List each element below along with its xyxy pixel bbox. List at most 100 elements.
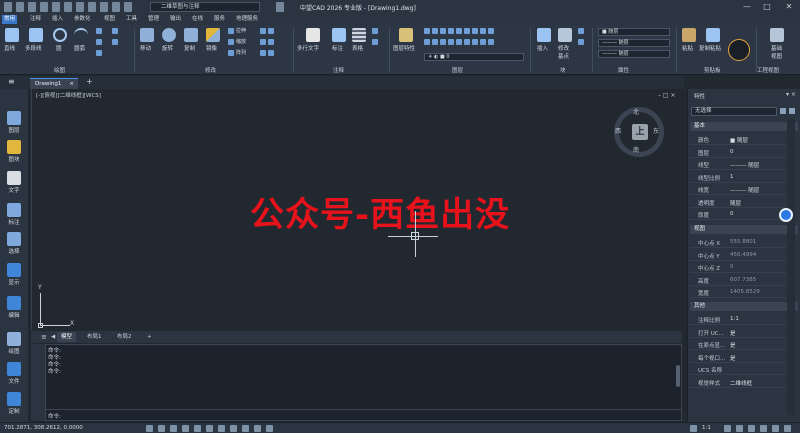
property-row[interactable]: UCS 名称 [690, 363, 786, 375]
modify-more-2[interactable] [260, 39, 276, 46]
minimize-button[interactable]: — [738, 1, 756, 13]
annotation-monitor-icon[interactable] [266, 425, 273, 432]
property-value[interactable]: 1:1 [730, 316, 739, 322]
customize-status-icon[interactable] [784, 425, 791, 432]
snap-toggle-icon[interactable] [158, 425, 165, 432]
command-scrollbar[interactable] [676, 365, 680, 387]
modify-more-1[interactable] [260, 28, 276, 35]
menu-annotate[interactable]: 注释 [28, 15, 43, 24]
layer-tools-row-2[interactable] [424, 39, 496, 46]
selection-select[interactable]: 无选择 [691, 107, 777, 116]
property-value[interactable]: ■ 随层 [730, 136, 748, 144]
polar-toggle-icon[interactable] [182, 425, 189, 432]
property-row[interactable]: 在原点显... 是 [690, 338, 786, 350]
viewcube[interactable]: 上 北 南 西 东 [614, 107, 664, 157]
property-value[interactable]: 450.4994 [730, 252, 756, 258]
property-value[interactable]: 是 [730, 341, 736, 349]
draw-more-3[interactable] [96, 50, 104, 57]
save-icon[interactable] [40, 2, 48, 12]
workspace-select[interactable]: 二维草图与注释 [150, 2, 260, 12]
new-file-icon[interactable] [16, 2, 24, 12]
grid-toggle-icon[interactable] [146, 425, 153, 432]
viewcube-top-face[interactable]: 上 [632, 124, 648, 140]
new-tab-button[interactable]: + [86, 77, 93, 86]
properties-scrollbar[interactable] [787, 119, 795, 415]
linetype-select[interactable]: ——— 随层 [598, 39, 670, 47]
tool-customize[interactable]: 定制 [2, 390, 26, 419]
dimension-icon[interactable] [332, 28, 346, 42]
viewcube-west[interactable]: 西 [615, 126, 621, 135]
property-value[interactable]: ——— 随层 [730, 186, 759, 194]
property-value[interactable]: 是 [730, 329, 736, 337]
otrack-toggle-icon[interactable] [206, 425, 213, 432]
move-icon[interactable] [140, 28, 154, 42]
drawing-canvas[interactable]: [-][俯视][二维线框][WCS] – □ × 公众号-西鱼出没 上 北 南 … [31, 89, 682, 330]
panel-properties-label[interactable]: 属性 [618, 66, 629, 74]
ortho-toggle-icon[interactable] [170, 425, 177, 432]
arc-icon[interactable] [74, 28, 88, 42]
panel-modify-label[interactable]: 修改 [205, 66, 216, 74]
layer-properties-icon[interactable] [399, 28, 413, 42]
draw-more-1[interactable] [96, 28, 104, 35]
property-value[interactable]: 0 [730, 149, 734, 155]
block-more-1[interactable] [578, 28, 586, 35]
polyline-icon[interactable] [29, 28, 43, 42]
selection-cycle-icon[interactable] [254, 425, 261, 432]
panel-layer-label[interactable]: 图层 [452, 66, 463, 74]
isolate-objects-icon[interactable] [760, 425, 767, 432]
tool-draw[interactable]: 绘图 [2, 330, 26, 359]
property-row[interactable]: 颜色 ■ 随层 [690, 133, 786, 145]
lock-ui-icon[interactable] [736, 425, 743, 432]
zoom-icon[interactable] [124, 2, 132, 12]
property-row[interactable]: 中心点 X 555.8801 [690, 236, 786, 248]
menu-online[interactable]: 在线 [190, 15, 205, 24]
menu-output[interactable]: 输出 [168, 15, 183, 24]
property-value[interactable]: 二维线框 [730, 379, 752, 387]
section-view[interactable]: 视图 [690, 225, 798, 234]
draw-more-4[interactable] [112, 28, 120, 35]
help-assistant-icon[interactable] [779, 208, 793, 222]
tool-file[interactable]: 文件 [2, 360, 26, 389]
circle-icon[interactable] [53, 28, 67, 42]
menu-home[interactable]: 常用 [2, 15, 18, 24]
hamburger-icon[interactable]: ≡ [8, 78, 18, 86]
array-button[interactable]: 阵列 [228, 50, 246, 57]
property-row[interactable]: 线宽 ——— 随层 [690, 183, 786, 195]
app-logo-icon[interactable] [4, 2, 12, 12]
property-value[interactable]: 0 [730, 264, 734, 270]
print-icon[interactable] [64, 2, 72, 12]
tab-model[interactable]: 模型 [57, 332, 77, 342]
menu-parametric[interactable]: 参数化 [72, 15, 93, 24]
tool-dimension[interactable]: 标注 [2, 201, 26, 230]
menu-manage[interactable]: 管理 [146, 15, 161, 24]
layer-select[interactable]: ☀ ◐ ■ 0 [424, 53, 524, 61]
paste-icon[interactable] [682, 28, 696, 42]
draw-more-5[interactable] [112, 39, 120, 46]
workspace-settings-icon[interactable] [276, 2, 284, 12]
tab-layout2[interactable]: 布局2 [113, 332, 136, 342]
table-icon[interactable] [352, 28, 366, 42]
dyn-toggle-icon[interactable] [218, 425, 225, 432]
property-value[interactable]: 1 [730, 174, 734, 180]
property-value[interactable]: 是 [730, 354, 736, 362]
property-value[interactable]: 随层 [730, 199, 741, 207]
panel-controls[interactable]: ▾ × [786, 91, 796, 98]
clean-screen-icon[interactable] [772, 425, 779, 432]
line-icon[interactable] [5, 28, 19, 42]
menu-services[interactable]: 服务 [212, 15, 227, 24]
property-value[interactable]: ——— 随层 [730, 161, 759, 169]
panel-draw-label[interactable]: 绘图 [54, 66, 65, 74]
insert-block-icon[interactable] [537, 28, 551, 42]
property-value[interactable]: 555.8801 [730, 239, 756, 245]
command-input-row[interactable]: 命令: [46, 409, 681, 421]
property-row[interactable]: 线型 ——— 随层 [690, 158, 786, 170]
annot-more-1[interactable] [372, 28, 380, 35]
property-row[interactable]: 注释比例 1:1 [690, 313, 786, 325]
color-select[interactable]: ■ 随层 [598, 28, 670, 36]
draw-more-2[interactable] [96, 39, 104, 46]
property-row[interactable]: 中心点 Z 0 [690, 261, 786, 273]
match-icon[interactable] [112, 2, 120, 12]
mtext-icon[interactable] [306, 28, 320, 42]
property-row[interactable]: 打开 UC... 是 [690, 326, 786, 338]
tab-layout1[interactable]: 布局1 [83, 332, 106, 342]
